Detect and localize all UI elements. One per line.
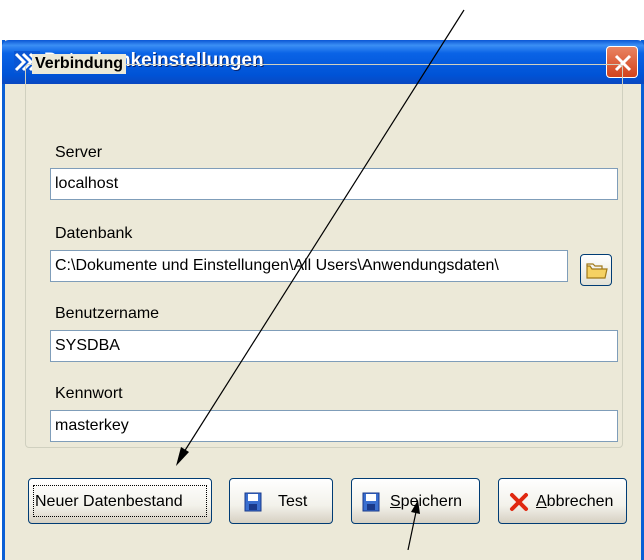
arrow-to-speichern [407,500,420,550]
annotation-arrows [176,9,465,550]
arrow-to-neuer-datenbestand [176,9,465,466]
